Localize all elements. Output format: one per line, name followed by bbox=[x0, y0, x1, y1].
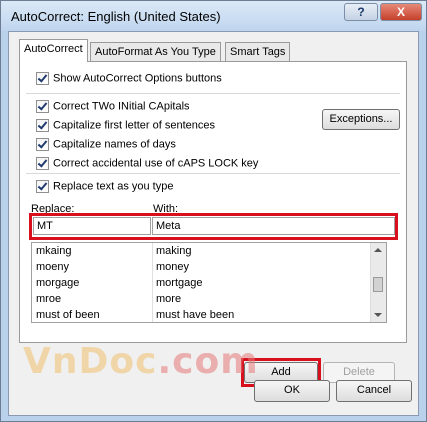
window-title: AutoCorrect: English (United States) bbox=[11, 9, 221, 24]
checkbox-two-initial-caps[interactable] bbox=[36, 100, 49, 113]
caps-lock-label: Correct accidental use of cAPS LOCK key bbox=[53, 157, 259, 170]
two-initial-caps-option[interactable]: Correct TWo INitial CApitals bbox=[36, 100, 190, 114]
watermark-text: VnDoc bbox=[23, 341, 158, 382]
scroll-up-arrow-icon[interactable] bbox=[374, 248, 382, 252]
replace-text-label: Replace text as you type bbox=[53, 180, 174, 193]
entry-replace: mroe bbox=[36, 293, 62, 305]
tab-autoformat-as-you-type[interactable]: AutoFormat As You Type bbox=[90, 42, 221, 61]
two-initial-caps-label: Correct TWo INitial CApitals bbox=[53, 100, 190, 113]
watermark-logo: VnDoc.com bbox=[23, 341, 259, 382]
checkbox-replace-text[interactable] bbox=[36, 180, 49, 193]
replace-text-option[interactable]: Replace text as you type bbox=[36, 180, 173, 194]
list-item[interactable]: must of been must have been bbox=[32, 307, 372, 322]
capitalize-sentences-label: Capitalize first letter of sentences bbox=[53, 119, 216, 132]
autocorrect-dialog: AutoCorrect: English (United States) ? X… bbox=[0, 0, 427, 422]
autocorrect-panel: Show AutoCorrect Options buttons Correct… bbox=[19, 61, 407, 387]
divider bbox=[26, 173, 400, 174]
list-scrollbar[interactable] bbox=[370, 243, 386, 322]
help-button[interactable]: ? bbox=[344, 3, 378, 21]
watermark-suffix: .com bbox=[157, 341, 259, 382]
entry-with: must have been bbox=[156, 309, 235, 321]
capitalize-days-label: Capitalize names of days bbox=[53, 138, 176, 151]
list-item[interactable]: mroe more bbox=[32, 291, 372, 307]
list-item[interactable]: moeny money bbox=[32, 259, 372, 275]
entry-replace: moeny bbox=[36, 261, 70, 273]
capitalize-days-option[interactable]: Capitalize names of days bbox=[36, 138, 176, 152]
capitalize-sentences-option[interactable]: Capitalize first letter of sentences bbox=[36, 119, 215, 133]
checkbox-caps-lock[interactable] bbox=[36, 157, 49, 170]
entry-replace: mkaing bbox=[36, 245, 72, 257]
highlight-box bbox=[29, 213, 398, 240]
scroll-down-arrow-icon[interactable] bbox=[374, 313, 382, 317]
divider bbox=[26, 93, 400, 94]
tab-autocorrect[interactable]: AutoCorrect bbox=[19, 39, 88, 62]
checkbox-capitalize-days[interactable] bbox=[36, 138, 49, 151]
close-button[interactable]: X bbox=[380, 3, 422, 21]
entry-with: money bbox=[156, 261, 190, 273]
checkbox-capitalize-sentences[interactable] bbox=[36, 119, 49, 132]
exceptions-button[interactable]: Exceptions... bbox=[322, 109, 400, 130]
show-options-buttons-label: Show AutoCorrect Options buttons bbox=[53, 72, 222, 85]
entry-with: more bbox=[156, 293, 182, 305]
list-item[interactable]: mkaing making bbox=[32, 243, 372, 259]
list-item[interactable]: morgage mortgage bbox=[32, 275, 372, 291]
title-bar[interactable]: AutoCorrect: English (United States) ? X bbox=[1, 1, 426, 31]
cancel-button[interactable]: Cancel bbox=[336, 380, 412, 402]
entry-replace: morgage bbox=[36, 277, 80, 289]
caps-lock-option[interactable]: Correct accidental use of cAPS LOCK key bbox=[36, 157, 258, 171]
tab-smart-tags[interactable]: Smart Tags bbox=[225, 42, 291, 61]
checkbox-show-options-buttons[interactable] bbox=[36, 72, 49, 85]
scroll-thumb[interactable] bbox=[373, 277, 383, 292]
entry-with: mortgage bbox=[156, 277, 203, 289]
autocorrect-entries-list[interactable]: mkaing making moeny money morgage mortga… bbox=[31, 242, 387, 323]
show-options-buttons-option[interactable]: Show AutoCorrect Options buttons bbox=[36, 72, 222, 86]
entry-with: making bbox=[156, 245, 192, 257]
entry-replace: must of been bbox=[36, 309, 100, 321]
ok-button[interactable]: OK bbox=[254, 380, 330, 402]
